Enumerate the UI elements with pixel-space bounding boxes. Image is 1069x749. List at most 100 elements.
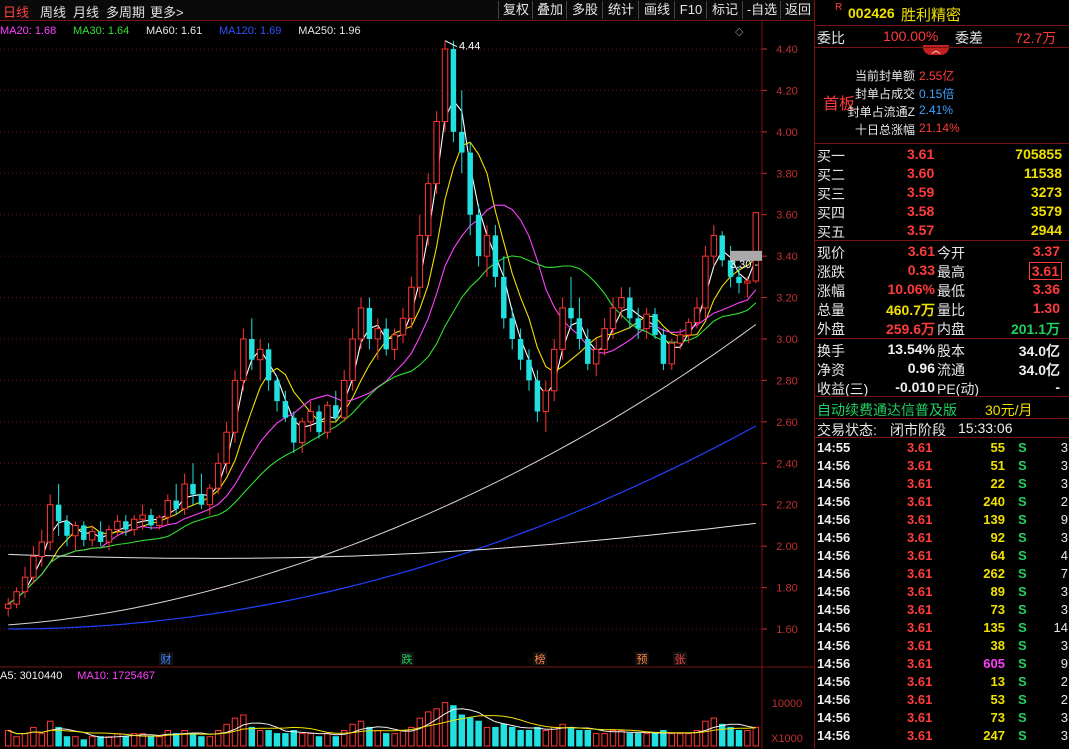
candle [399,307,407,344]
high-pointer [444,40,458,48]
candle [366,297,373,350]
tick-side: S [1018,458,1027,473]
y-tick-label: 3.80 [776,168,797,180]
ma60-line [8,324,757,626]
volume-legend-item: MA10: 1725467 [77,670,155,682]
tick-time: 14:56 [817,638,851,653]
volume-bar [735,730,743,747]
event-marker[interactable]: 张 [675,653,686,666]
tick-row: 14:56 3.61 13 S 2 [815,673,1069,692]
volume-bar [30,726,37,747]
volume-bar [399,730,407,747]
y-tick-label: 3.00 [776,334,797,346]
vol-ma5-line [8,708,756,738]
tick-volume: 73 [990,710,1005,725]
tab-more[interactable]: 更多> [150,2,184,21]
bid-label: 买四 [817,205,845,221]
limit-info-row: 封单占流通Z 2.41% [815,102,1069,121]
candle [542,380,550,433]
limit-info-label: 十日总涨幅 [854,123,915,137]
trade-status-time: 15:33:06 [958,420,1013,436]
candle [357,297,365,350]
fundamental-value: 34.0亿 [1018,362,1060,378]
candle [450,40,457,143]
event-marker[interactable]: 预 [637,653,648,666]
tab-weekly[interactable]: 周线 [40,2,66,21]
candle [198,473,205,509]
volume-bar [38,733,46,747]
candle [408,276,415,329]
multi-stock-button[interactable]: 多股 [566,1,603,19]
tick-price: 3.61 [907,620,933,635]
candle [307,401,314,433]
kline-chart[interactable]: 4.40 4.20 4.00 3.80 3.60 3.40 3.20 3.00 2.80 2.60… [0,0,814,749]
volume-bar [156,736,163,747]
candle [256,339,264,381]
limit-info-label: 封单占流通Z [847,105,915,119]
event-marker[interactable]: 榜 [535,652,546,666]
fundamental-value: 34.0亿 [1018,343,1060,359]
tick-volume: 13 [990,674,1005,689]
volume-bar [475,720,482,747]
volume-bar [374,730,382,747]
fundamental-label: 流通 [937,362,965,378]
high-label: 4.44 [459,41,480,53]
tick-row: 14:56 3.61 53 S 2 [815,691,1069,710]
tick-count: 3 [1060,602,1068,617]
tick-volume: 51 [990,458,1005,473]
tab-daily[interactable]: 日线 [3,2,29,21]
quote-panel: R 002426 胜利精密 委比 100.00% 委差 72.7万 ︿ 首板 当… [814,0,1069,749]
volume-bar [601,733,608,747]
quote-value: 3.61 [907,243,935,259]
settings-diamond-icon[interactable]: ◇ [735,26,744,38]
candle [13,587,20,609]
tick-count: 14 [1053,620,1068,635]
tick-side: S [1018,494,1027,509]
tab-monthly[interactable]: 月线 [73,2,99,21]
tick-price: 3.61 [907,512,933,527]
quote-label: 最低 [937,283,965,299]
quote-label: 涨幅 [817,283,845,299]
tab-multi-period[interactable]: 多周期 [106,2,145,21]
tick-volume: 89 [990,584,1005,599]
tick-row: 14:56 3.61 22 S 3 [815,475,1069,494]
statistics-button[interactable]: 统计 [602,1,639,19]
volume-bar [550,726,558,747]
f10-button[interactable]: F10 [674,1,707,19]
volume-bar [483,726,491,747]
tick-row: 14:56 3.61 51 S 3 [815,457,1069,476]
remove-watchlist-button[interactable]: -自选 [742,1,781,19]
volume-bar [223,723,230,747]
back-button[interactable]: 返回 [780,1,815,19]
volume-bar [391,733,398,747]
promo-text[interactable]: 自动续费通达信普及版 [817,400,957,420]
candle [324,401,331,439]
volume-bar [324,733,331,747]
y-tick-label: 1.80 [776,583,797,595]
promo-price[interactable]: 30元/月 [985,400,1032,420]
tick-price: 3.61 [907,638,933,653]
volume-bar [181,730,188,747]
overlay-button[interactable]: 叠加 [532,1,567,19]
tick-price: 3.61 [907,566,933,581]
candle [46,494,54,551]
draw-line-button[interactable]: 画线 [638,1,675,19]
y-tick-label: 3.20 [776,293,797,305]
promo-row[interactable]: 自动续费通达信普及版 30元/月 [815,399,1069,418]
tick-volume: 135 [983,620,1005,635]
event-marker[interactable]: 财 [161,652,172,666]
restore-rights-button[interactable]: 复权 [498,1,533,19]
bid-label: 买三 [817,186,845,202]
volume-bar [290,730,298,747]
limit-info-value: 0.15倍 [919,87,955,101]
tick-time: 14:56 [817,512,851,527]
volume-legend: A5: 3010440 MA10: 1725467 [0,670,155,682]
y-tick-label: 2.40 [776,458,797,470]
candle [509,307,515,350]
candle [72,521,79,551]
tick-count: 3 [1060,476,1068,491]
tick-volume: 38 [990,638,1005,653]
event-marker[interactable]: 跌 [402,652,413,666]
mark-button[interactable]: 标记 [706,1,743,19]
candle [517,328,524,371]
